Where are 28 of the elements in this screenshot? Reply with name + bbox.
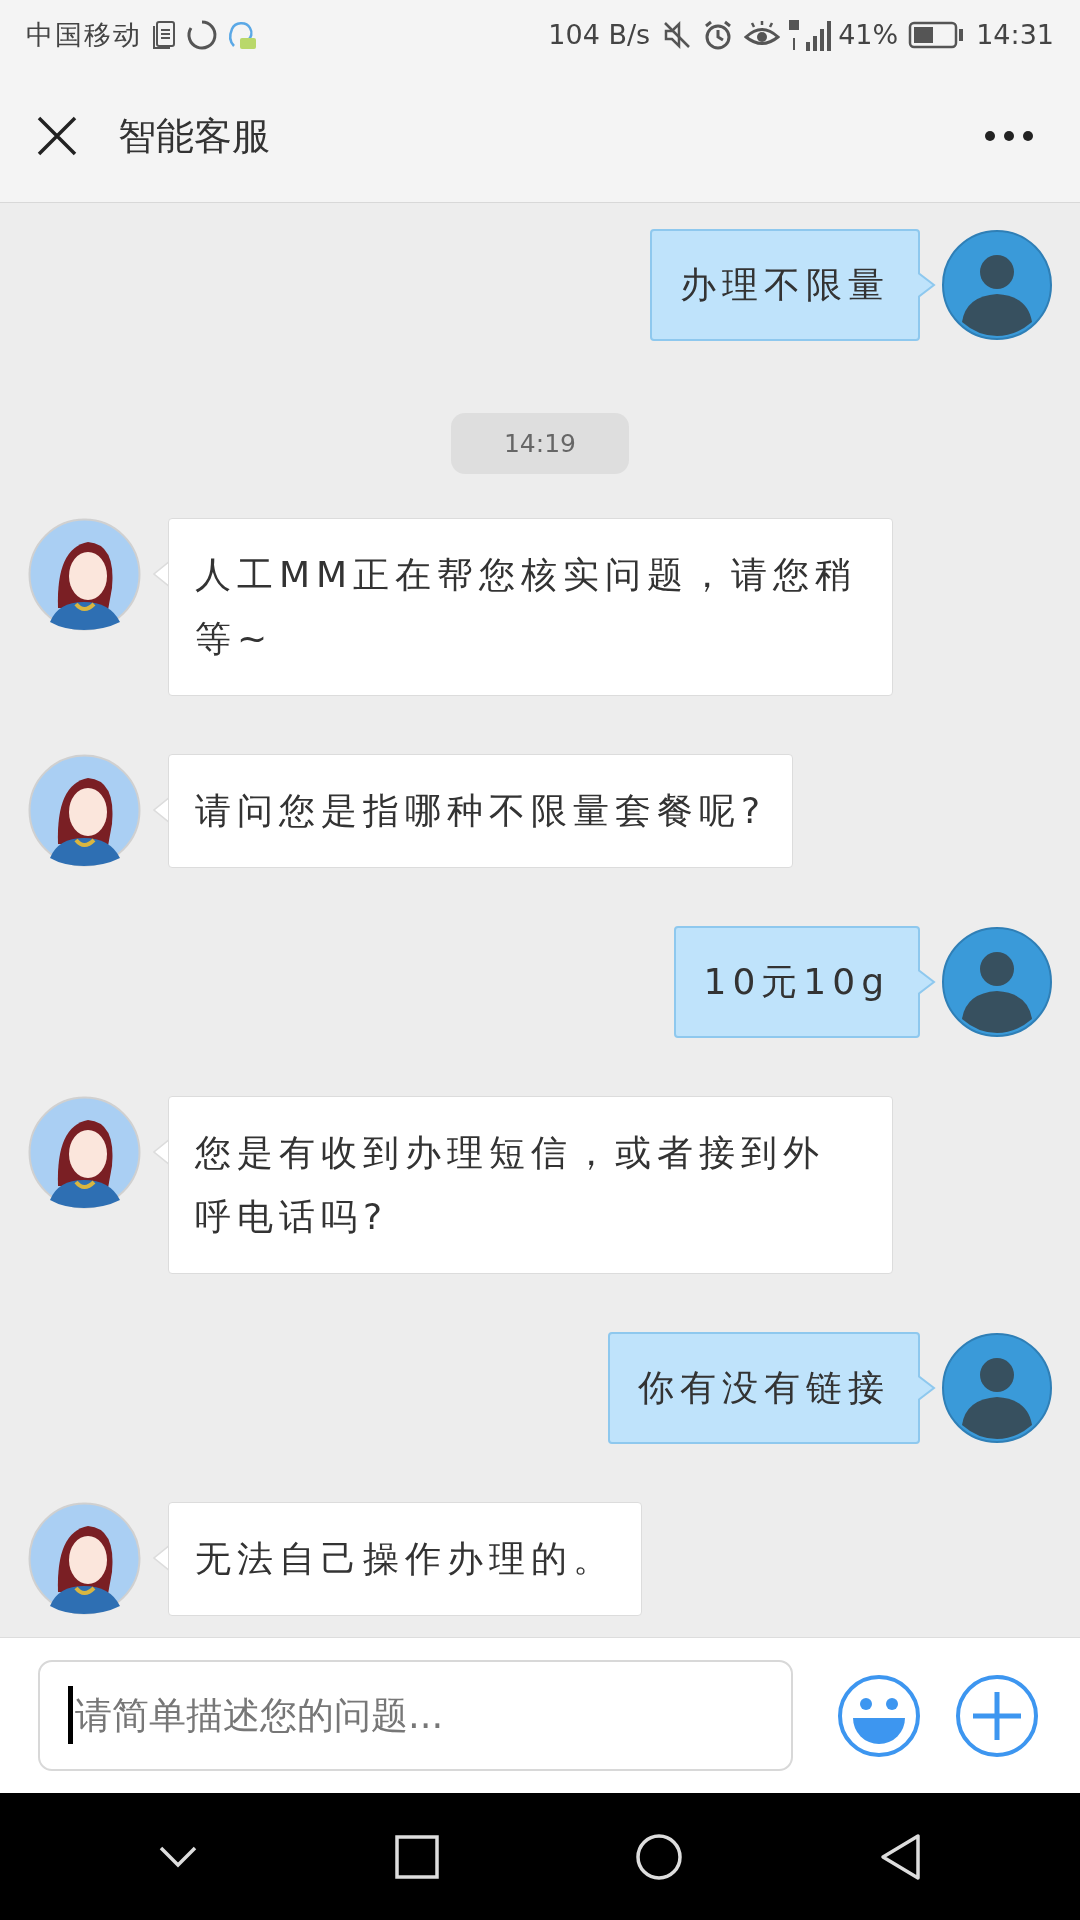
document-icon (152, 20, 176, 50)
message-bubble: 您是有收到办理短信，或者接到外呼电话吗? (168, 1096, 893, 1274)
bubble-tail (918, 967, 936, 997)
emoji-icon[interactable] (837, 1673, 921, 1758)
network-speed: 104 B/s (548, 17, 651, 52)
input-field[interactable]: 请简单描述您的问题... (38, 1660, 793, 1771)
add-icon[interactable] (955, 1673, 1039, 1758)
home-circle-icon[interactable] (635, 1832, 684, 1881)
clock-time: 14:31 (976, 17, 1054, 52)
page-title: 智能客服 (118, 112, 270, 160)
more-icon[interactable] (984, 130, 1034, 142)
close-icon[interactable] (36, 115, 78, 157)
carrier-name: 中国移动 (26, 17, 142, 52)
message-bubble: 你有没有链接 (608, 1332, 920, 1444)
message-bubble: 办理不限量 (650, 229, 920, 341)
text-cursor (68, 1686, 73, 1744)
battery-icon (908, 21, 965, 49)
timestamp: 14:19 (451, 413, 629, 474)
bubble-tail (918, 270, 936, 300)
back-triangle-icon[interactable] (879, 1832, 922, 1881)
message-bubble: 无法自己操作办理的。 (168, 1502, 642, 1616)
square-icon[interactable] (394, 1834, 439, 1879)
bubble-tail (918, 1373, 936, 1403)
battery-percent: 41% (838, 17, 899, 52)
message-bubble: 人工MM正在帮您核实问题，请您稍等~ (168, 518, 893, 696)
message-bubble: 10元10g (673, 926, 920, 1038)
message-bubble: 请问您是指哪种不限量套餐呢? (168, 754, 794, 868)
down-chevron-icon[interactable] (158, 1844, 199, 1869)
